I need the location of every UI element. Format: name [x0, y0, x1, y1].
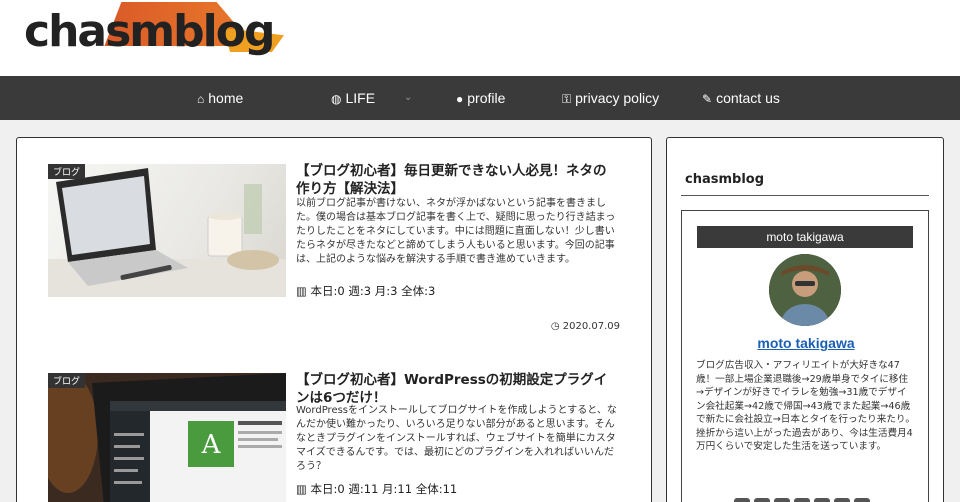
- profile-heading: moto takigawa: [697, 226, 913, 248]
- plug-icon: ✎: [702, 92, 713, 106]
- nav-label: profile: [467, 90, 506, 106]
- nav-item-home[interactable]: ⌂ home: [197, 76, 243, 120]
- article-title[interactable]: 【ブログ初心者】WordPressの初期設定プラグインは6つだけ！: [296, 371, 618, 407]
- nav-item-profile[interactable]: ● profile: [456, 76, 505, 120]
- site-header: chasmblog: [0, 0, 960, 76]
- key-icon: ⚿: [562, 92, 572, 106]
- clock-icon: ◷: [550, 321, 560, 332]
- laptop-desk-image: [48, 168, 286, 297]
- facebook-icon[interactable]: f: [774, 498, 790, 502]
- view-stats-text: 本日:0 週:11 月:11 全体:11: [310, 482, 458, 496]
- instagram-icon[interactable]: ◎: [814, 498, 830, 502]
- globe-icon: ◍: [331, 92, 342, 106]
- bar-chart-icon: ▥: [296, 482, 307, 496]
- profile-description: ブログ広告収入・アフィリエイトが大好きな47歳！一部上場企業退職後→29歳単身で…: [696, 360, 915, 452]
- category-badge[interactable]: ブログ: [48, 373, 86, 388]
- article-thumbnail[interactable]: ブログ: [48, 164, 286, 297]
- article-excerpt: 以前ブログ記事が書けない、ネタが浮かばないという記事を書きました。僕の場合は基本…: [296, 198, 616, 265]
- sidebar: chasmblog moto takigawa moto takigawa ブロ…: [666, 137, 944, 502]
- view-stats-text: 本日:0 週:3 月:3 全体:3: [310, 284, 436, 298]
- nav-label: contact us: [716, 90, 780, 106]
- category-badge[interactable]: ブログ: [48, 164, 86, 179]
- nav-item-life[interactable]: ◍ LIFE: [331, 76, 375, 120]
- nav-item-privacy-policy[interactable]: ⚿ privacy policy: [562, 76, 659, 120]
- chevron-down-icon[interactable]: ⌄: [404, 76, 412, 120]
- avatar[interactable]: [769, 254, 841, 326]
- article-excerpt: WordPressをインストールしてブログサイトを作成しようとすると、なんだか使…: [296, 405, 617, 472]
- person-icon: ●: [456, 92, 464, 106]
- article-title[interactable]: 【ブログ初心者】毎日更新できない人必見！ネタの作り方【解決法】: [296, 162, 618, 198]
- wordpress-admin-image: A: [48, 373, 286, 502]
- sidebar-divider: [681, 195, 929, 196]
- main-navigation: ⌂ home ◍ LIFE ⌄ ● profile ⚿ privacy policy ✎…: [0, 76, 960, 120]
- svg-text:A: A: [201, 430, 222, 460]
- article-view-stats: ▥ 本日:0 週:3 月:3 全体:3: [296, 283, 435, 299]
- date-text: 2020.07.09: [562, 321, 620, 332]
- nav-label: privacy policy: [575, 90, 660, 106]
- article-card[interactable]: ブログ 【ブログ初心者】毎日更新できない人必見！ネタの作り方【解決法】 以前ブロ…: [48, 162, 620, 344]
- home-icon[interactable]: ⌂: [734, 498, 750, 502]
- social-links: ⌂ ✦ f B! ◎ ▢ ☰: [734, 493, 874, 502]
- article-card[interactable]: A ブログ 【ブログ初心者】WordPressの初期設定プラグインは6つだけ！ …: [48, 371, 620, 502]
- home-icon: ⌂: [197, 92, 205, 106]
- profile-widget: moto takigawa moto takigawa ブログ広告収入・アフィリ…: [681, 210, 929, 502]
- rss-feed-icon[interactable]: ☰: [854, 498, 870, 502]
- article-thumbnail[interactable]: A ブログ: [48, 373, 286, 502]
- nav-label: home: [208, 90, 244, 106]
- twitter-icon[interactable]: ✦: [754, 498, 770, 502]
- logo-text: chasmblog: [24, 6, 275, 57]
- article-date: ◷ 2020.07.09: [551, 321, 620, 332]
- nav-item-contact-us[interactable]: ✎ contact us: [702, 76, 780, 120]
- article-view-stats: ▥ 本日:0 週:11 月:11 全体:11: [296, 481, 457, 497]
- avatar-photo: [769, 254, 841, 326]
- hatena-bookmark-icon[interactable]: B!: [794, 498, 810, 502]
- sidebar-title: chasmblog: [685, 172, 765, 187]
- site-logo[interactable]: chasmblog: [24, 2, 294, 62]
- pocket-icon[interactable]: ▢: [834, 498, 850, 502]
- main-content: ブログ 【ブログ初心者】毎日更新できない人必見！ネタの作り方【解決法】 以前ブロ…: [16, 137, 652, 502]
- profile-name-link[interactable]: moto takigawa: [682, 335, 930, 351]
- nav-label: LIFE: [345, 90, 376, 106]
- bar-chart-icon: ▥: [296, 284, 307, 298]
